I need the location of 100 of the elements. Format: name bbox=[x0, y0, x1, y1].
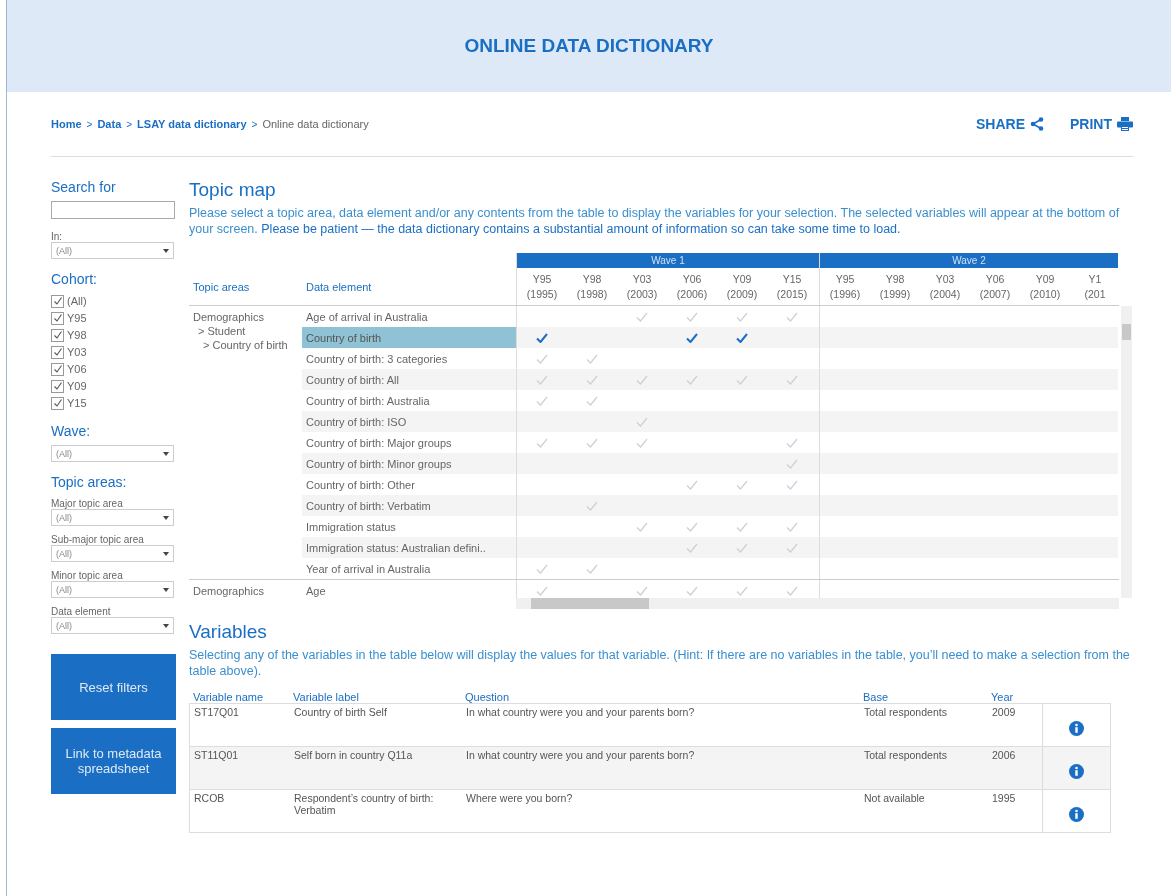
filter-label: Sub-major topic area bbox=[51, 534, 145, 545]
data-element-cell[interactable]: Country of birth bbox=[302, 327, 516, 348]
column-header: Variable name bbox=[192, 691, 265, 703]
table-cell-text: Country of birth Self bbox=[294, 705, 388, 720]
check-icon[interactable] bbox=[536, 332, 548, 343]
check-icon[interactable] bbox=[736, 332, 748, 343]
print-icon bbox=[1117, 117, 1133, 131]
data-element-cell[interactable]: Country of birth: Australia bbox=[302, 390, 516, 411]
table-cell-text: Not available bbox=[864, 791, 926, 806]
dropdown-arrow-icon bbox=[163, 248, 169, 253]
checkbox[interactable] bbox=[51, 345, 64, 359]
vertical-scrollbar[interactable] bbox=[1121, 306, 1132, 598]
data-element-cell[interactable]: Country of birth: 3 categories bbox=[302, 348, 516, 369]
cohort-checkbox[interactable]: (All) bbox=[51, 293, 179, 309]
column-header: Base bbox=[863, 691, 890, 703]
in-dropdown[interactable]: (All) bbox=[51, 242, 174, 259]
year-header: Y1 (201 bbox=[1083, 272, 1107, 302]
column-header: Year bbox=[991, 691, 1015, 703]
info-icon[interactable] bbox=[1069, 720, 1084, 736]
filter-dropdown[interactable]: (All) bbox=[51, 581, 174, 598]
year-header: Y03 (2004) bbox=[928, 272, 962, 302]
column-header: Topic areas bbox=[192, 281, 251, 295]
topic-map-intro: Please select a topic area, data element and/or any contents from the table to display the variables for your selection. The selected variables will appear at the bottom of your screen. Please be patient — the data dictionary contains a substantial amount of information so can take some time to load. bbox=[189, 205, 1121, 237]
table-cell-text: 2006 bbox=[992, 748, 1017, 763]
table-cell-text: ST17Q01 bbox=[193, 705, 240, 720]
share-button[interactable]: SHARE bbox=[976, 116, 1044, 132]
cohort-checkbox[interactable]: Y09 bbox=[51, 378, 179, 394]
print-button[interactable]: PRINT bbox=[1070, 116, 1133, 132]
breadcrumb-separator: > bbox=[126, 118, 133, 130]
filter-label: Data element bbox=[51, 606, 112, 617]
table-cell-text: Respondent’s country of birth: Verbatim bbox=[294, 791, 435, 818]
horizontal-scrollbar[interactable] bbox=[516, 598, 1119, 609]
data-element-cell[interactable]: Country of birth: Major groups bbox=[302, 432, 516, 453]
topic-area-text[interactable]: Demographics bbox=[193, 310, 302, 324]
checkbox[interactable] bbox=[51, 311, 64, 325]
dropdown-arrow-icon bbox=[163, 515, 169, 520]
dropdown-arrow-icon bbox=[163, 587, 169, 592]
checkbox[interactable] bbox=[51, 328, 64, 342]
variables-heading: Variables bbox=[189, 621, 268, 643]
cohort-checkbox[interactable]: Y15 bbox=[51, 395, 179, 411]
topic-areas-label: Topic areas: bbox=[51, 474, 128, 490]
data-element-cell[interactable]: Immigration status bbox=[302, 516, 516, 537]
page-title: ONLINE DATA DICTIONARY bbox=[464, 35, 714, 57]
filter-dropdown[interactable]: (All) bbox=[51, 617, 174, 634]
breadcrumb-link[interactable]: Home bbox=[51, 118, 82, 130]
table-cell-text: Total respondents bbox=[864, 705, 948, 720]
filter-dropdown[interactable]: (All) bbox=[51, 509, 174, 526]
breadcrumb-link[interactable]: LSAY data dictionary bbox=[137, 118, 247, 130]
year-header: Y06 (2007) bbox=[978, 272, 1012, 302]
data-element-cell[interactable]: Year of arrival in Australia bbox=[302, 558, 516, 579]
data-element-cell[interactable]: Age of arrival in Australia bbox=[302, 306, 516, 327]
dropdown-arrow-icon bbox=[163, 551, 169, 556]
table-cell-text: Self born in country Q11a bbox=[294, 748, 414, 763]
info-icon[interactable] bbox=[1069, 806, 1084, 822]
table-cell-text: ST11Q01 bbox=[193, 748, 240, 763]
topic-area-text[interactable]: Demographics bbox=[193, 584, 302, 598]
checkbox[interactable] bbox=[51, 396, 64, 410]
cohort-checkbox[interactable]: Y03 bbox=[51, 344, 179, 360]
topic-area-text[interactable]: > Country of birth bbox=[193, 338, 302, 352]
table-cell-text: RCOB bbox=[193, 791, 226, 806]
dropdown-arrow-icon bbox=[163, 623, 169, 628]
year-header: Y06 (2006) bbox=[675, 272, 709, 302]
check-icon[interactable] bbox=[686, 332, 698, 343]
reset-filters-button[interactable]: Reset filters bbox=[51, 654, 176, 720]
data-element-cell[interactable]: Age bbox=[302, 580, 516, 598]
filter-dropdown[interactable]: (All) bbox=[51, 545, 174, 562]
breadcrumb-current: Online data dictionary bbox=[262, 118, 369, 130]
filter-label: Minor topic area bbox=[51, 570, 124, 581]
column-header: Question bbox=[465, 691, 511, 703]
year-header: Y95 (1996) bbox=[828, 272, 862, 302]
filter-label: Major topic area bbox=[51, 498, 124, 509]
wave-dropdown[interactable]: (All) bbox=[51, 445, 174, 462]
year-header: Y15 (2015) bbox=[775, 272, 809, 302]
share-icon bbox=[1030, 117, 1044, 131]
data-element-cell[interactable]: Country of birth: Other bbox=[302, 474, 516, 495]
topic-area-text[interactable]: > Student bbox=[193, 324, 302, 338]
breadcrumb-link[interactable]: Data bbox=[97, 118, 122, 130]
metadata-link-button[interactable]: Link to metadata spreadsheet bbox=[51, 728, 176, 794]
table-cell-text: Where were you born? bbox=[466, 791, 574, 806]
cohort-checkbox[interactable]: Y98 bbox=[51, 327, 179, 343]
cohort-checkbox[interactable]: Y95 bbox=[51, 310, 179, 326]
in-label: In: bbox=[51, 231, 64, 242]
table-cell-text: In what country were you and your parents born? bbox=[466, 705, 696, 720]
checkbox[interactable] bbox=[51, 379, 64, 393]
checkbox[interactable] bbox=[51, 362, 64, 376]
search-field[interactable] bbox=[51, 201, 175, 219]
column-header: Variable label bbox=[293, 691, 360, 703]
year-header: Y98 (1999) bbox=[878, 272, 912, 302]
breadcrumb-separator: > bbox=[251, 118, 258, 130]
wave-header: Wave 1 bbox=[517, 253, 819, 268]
wave-label: Wave: bbox=[51, 423, 92, 439]
info-icon[interactable] bbox=[1069, 763, 1084, 779]
cohort-checkbox[interactable]: Y06 bbox=[51, 361, 179, 377]
dropdown-arrow-icon bbox=[163, 451, 169, 456]
wave-header: Wave 2 bbox=[820, 253, 1118, 268]
table-cell-text: Total respondents bbox=[864, 748, 948, 763]
checkbox[interactable] bbox=[51, 294, 64, 308]
column-header: Data element bbox=[305, 281, 373, 295]
year-header: Y95 (1995) bbox=[525, 272, 559, 302]
cohort-label: Cohort: bbox=[51, 271, 98, 287]
